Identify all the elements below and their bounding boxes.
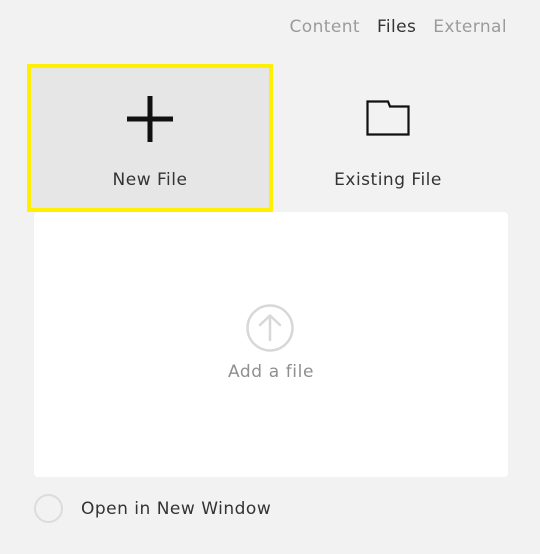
source-tabs: Content Files External <box>290 15 507 39</box>
tab-files[interactable]: Files <box>377 15 416 39</box>
tab-content[interactable]: Content <box>290 15 360 39</box>
open-new-window-label: Open in New Window <box>81 498 272 519</box>
folder-icon <box>366 100 410 140</box>
new-file-label: New File <box>112 170 188 190</box>
tab-external[interactable]: External <box>433 15 507 39</box>
upload-arrow-icon[interactable] <box>246 304 294 356</box>
add-file-label: Add a file <box>227 362 315 382</box>
open-new-window-option[interactable]: Open in New Window <box>34 494 271 523</box>
plus-icon <box>127 96 173 146</box>
open-new-window-checkbox[interactable] <box>34 494 63 523</box>
existing-file-label: Existing File <box>334 170 442 190</box>
new-file-button[interactable]: New File <box>27 64 273 212</box>
file-drop-zone[interactable]: Add a file <box>34 212 508 477</box>
existing-file-button[interactable]: Existing File <box>265 64 511 212</box>
